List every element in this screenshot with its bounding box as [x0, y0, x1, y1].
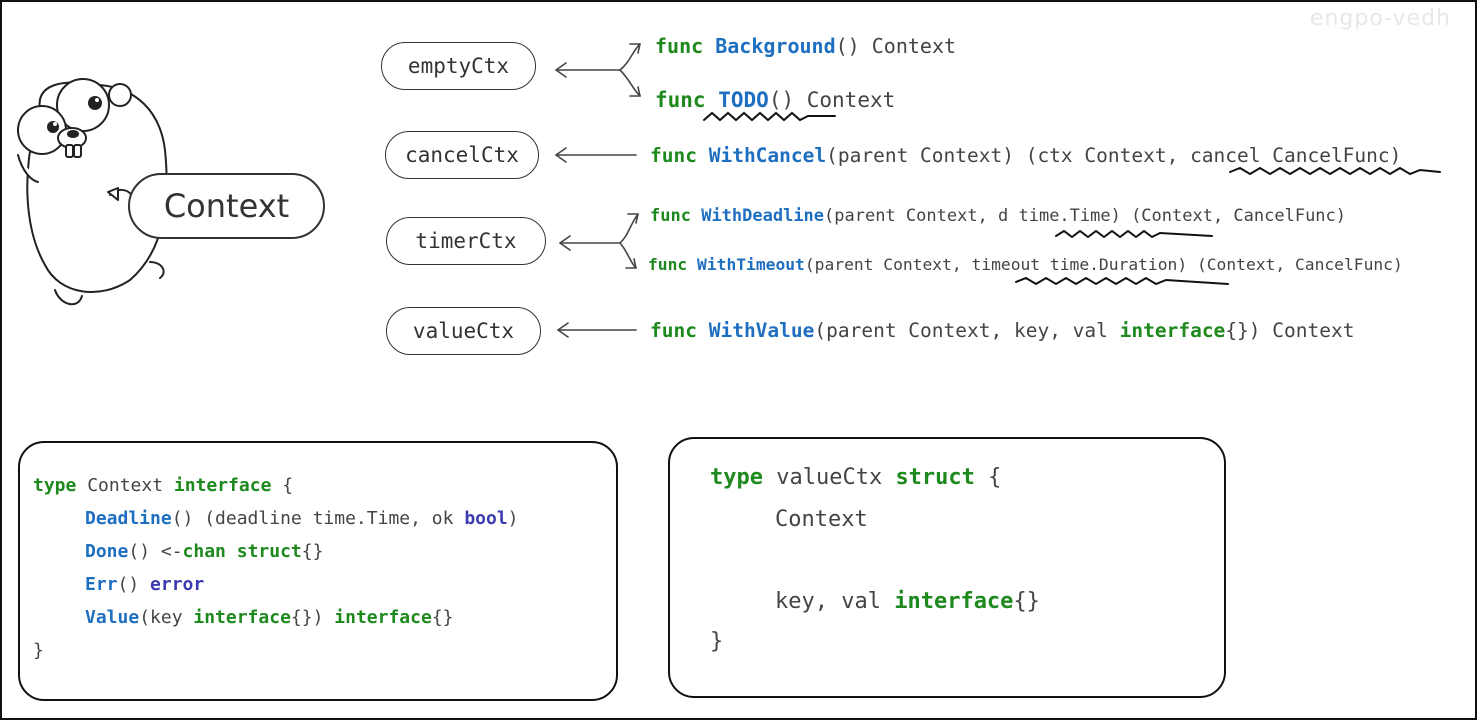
code-line: Context: [775, 507, 868, 532]
with-timeout-func: func WithTimeout(parent Context, timeout…: [648, 255, 1403, 274]
code-line: Deadline() (deadline time.Time, ok bool): [85, 508, 519, 529]
with-cancel-func: func WithCancel(parent Context) (ctx Con…: [650, 144, 1402, 167]
code-line: Done() <-chan struct{}: [85, 541, 324, 562]
code-line: }: [33, 640, 44, 661]
code-line: Err() error: [85, 574, 205, 595]
code-line: key, val interface{}: [775, 589, 1040, 614]
code-line: }: [710, 629, 724, 654]
value-ctx-struct-code: type valueCtx struct { Context key, val …: [668, 437, 1226, 698]
code-line: type valueCtx struct {: [710, 465, 1002, 490]
with-value-func: func WithValue(parent Context, key, val …: [650, 319, 1355, 342]
code-line: Value(key interface{}) interface{}: [85, 607, 454, 628]
with-deadline-func: func WithDeadline(parent Context, d time…: [650, 206, 1347, 226]
todo-func: func TODO() Context: [655, 88, 896, 112]
background-func: func Background() Context: [655, 34, 957, 58]
code-line: type Context interface {: [33, 475, 294, 496]
context-interface-code: type Context interface { Deadline() (dea…: [18, 441, 618, 701]
